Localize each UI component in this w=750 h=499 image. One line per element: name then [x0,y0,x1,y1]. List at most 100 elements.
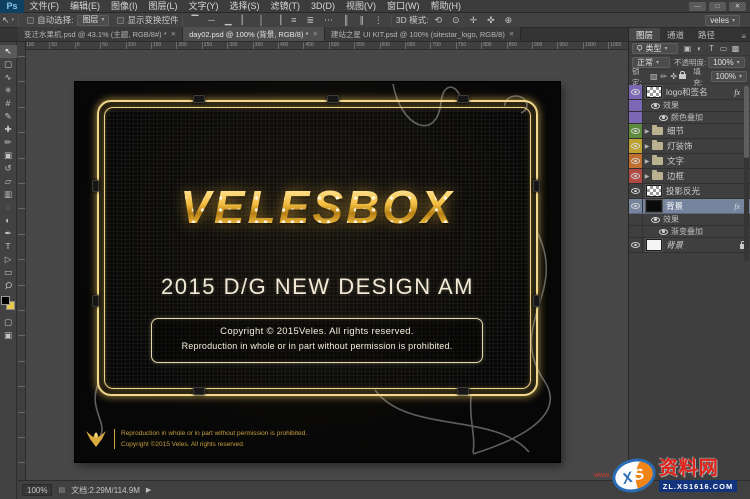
auto-select-checkbox[interactable] [27,17,34,24]
menu-item-滤镜[interactable]: 滤镜(T) [265,0,306,12]
align-bottom-edges-icon[interactable]: ▁ [223,15,234,26]
opacity-dropdown[interactable]: 100%▾ [708,57,744,68]
color-swatches[interactable] [1,296,15,310]
lock-image-pixels-icon[interactable]: ✏ [659,72,668,81]
visibility-toggle[interactable] [629,124,643,138]
move-tool[interactable]: ↖ [0,45,17,58]
minimize-button[interactable]: — [689,2,706,11]
expand-arrow-icon[interactable]: ▶ [643,158,651,165]
workspace-dropdown[interactable]: veles▾ [705,15,740,26]
menu-item-窗口[interactable]: 窗口(W) [382,0,426,12]
eye-icon[interactable] [631,89,640,95]
eye-icon[interactable] [631,188,640,194]
layer-row-logo和签名[interactable]: logo和签名fx▴ [629,85,750,100]
document-tab-2[interactable]: day02.psd @ 100% (背景, RGB/8) *✕ [183,27,325,41]
align-top-edges-icon[interactable]: ▔ [189,15,200,26]
lock-transparent-pixels-icon[interactable]: ▨ [649,72,658,81]
visibility-toggle[interactable] [629,184,643,198]
menu-item-视图[interactable]: 视图(V) [341,0,382,12]
canvas-area[interactable]: VELESBOX 2015 D/G NEW DESIGN AM Copyrigh… [26,50,628,480]
3d-slide-icon[interactable]: ✜ [485,15,497,26]
distribute-right-icon[interactable]: ⋮ [372,15,385,26]
visibility-toggle[interactable] [629,85,643,99]
document-canvas[interactable]: VELESBOX 2015 D/G NEW DESIGN AM Copyrigh… [75,82,560,462]
3d-rotate-icon[interactable]: ⟲ [432,15,444,26]
tab-close-icon[interactable]: ✕ [312,30,317,38]
eye-icon[interactable] [659,115,668,121]
visibility-toggle[interactable] [629,139,643,153]
effects-row[interactable]: 效果 [629,214,750,226]
eraser-tool[interactable]: ▱ [0,175,17,188]
eye-icon[interactable] [631,173,640,179]
visibility-toggle[interactable] [629,169,643,183]
eye-icon[interactable] [651,217,660,223]
auto-select-dropdown[interactable]: 图层▾ [77,15,109,26]
eye-icon[interactable] [631,242,640,248]
eye-icon[interactable] [631,143,640,149]
3d-drag-icon[interactable]: ✛ [468,15,480,26]
align-right-edges-icon[interactable]: ▕ [272,15,283,26]
filter-pixel-layers-icon[interactable]: ▣ [682,44,693,53]
layer-group-row-细节[interactable]: ▶细节 [629,124,750,139]
layer-row-投影反光[interactable]: 投影反光 [629,184,750,199]
expand-arrow-icon[interactable]: ▶ [643,173,651,180]
filter-adjustment-layers-icon[interactable]: ◐ [694,44,705,53]
visibility-toggle[interactable] [629,154,643,168]
panel-tab-图层[interactable]: 图层 [629,28,660,41]
blur-tool[interactable]: ◌ [0,201,17,214]
brush-tool[interactable]: ✏ [0,136,17,149]
eye-icon[interactable] [631,158,640,164]
tool-preset-arrow-icon[interactable]: ▾ [12,17,15,23]
menu-item-编辑[interactable]: 编辑(E) [65,0,106,12]
align-horizontal-centers-icon[interactable]: │ [257,15,267,26]
tab-close-icon[interactable]: ✕ [509,30,514,38]
pen-tool[interactable]: ✒ [0,227,17,240]
panel-scrollbar[interactable] [744,86,749,261]
document-tab-1[interactable]: 变迁水果机.psd @ 43.1% (主题, RGB/8#) *✕ [18,27,183,41]
fx-badge[interactable]: fx [734,202,742,211]
panel-tab-路径[interactable]: 路径 [691,28,722,41]
vertical-ruler[interactable] [18,50,26,480]
maximize-button[interactable]: □ [709,2,726,11]
crop-tool[interactable]: # [0,97,17,110]
3d-roll-icon[interactable]: ⊙ [450,15,462,26]
healing-brush-tool[interactable]: ✚ [0,123,17,136]
fx-badge[interactable]: fx [734,88,742,97]
expand-arrow-icon[interactable]: ▶ [643,128,651,135]
distribute-horizontal-icon[interactable]: ∥ [357,15,366,26]
panel-menu-icon[interactable]: ≡ [741,32,750,41]
lock-all-icon[interactable] [679,74,686,79]
close-button[interactable]: ✕ [729,2,746,11]
layer-row-背景[interactable]: 背景fx▴ [629,199,750,214]
show-transform-checkbox[interactable] [117,17,124,24]
3d-scale-icon[interactable]: ⊕ [503,15,515,26]
layer-group-row-灯装饰[interactable]: ▶灯装饰 [629,139,750,154]
foreground-color-swatch[interactable] [1,296,10,305]
lock-position-icon[interactable]: ✜ [669,72,678,81]
eye-icon[interactable] [631,128,640,134]
distribute-top-icon[interactable]: ≡ [289,15,298,26]
align-left-edges-icon[interactable]: ▏ [240,15,251,26]
panel-tab-通道[interactable]: 通道 [660,28,691,41]
zoom-level-field[interactable]: 100% [22,484,52,496]
marquee-tool[interactable]: ▢ [0,58,17,71]
tab-close-icon[interactable]: ✕ [171,30,176,38]
eye-icon[interactable] [651,103,660,109]
fill-dropdown[interactable]: 100%▾ [711,71,747,82]
distribute-left-icon[interactable]: ║ [341,15,351,26]
quick-mask-button[interactable]: ▢ [0,316,17,329]
visibility-toggle[interactable] [629,199,643,213]
eyedropper-tool[interactable]: ✎ [0,110,17,123]
history-brush-tool[interactable]: ↺ [0,162,17,175]
expand-arrow-icon[interactable]: ▶ [643,143,651,150]
path-selection-tool[interactable]: ▷ [0,253,17,266]
align-vertical-centers-icon[interactable]: ─ [206,15,216,26]
menu-item-帮助[interactable]: 帮助(H) [425,0,467,12]
menu-item-3D[interactable]: 3D(D) [306,0,341,12]
eye-icon[interactable] [659,229,668,235]
menu-item-文件[interactable]: 文件(F) [24,0,65,12]
screen-mode-button[interactable]: ▣ [0,329,17,342]
layer-group-row-边框[interactable]: ▶边框 [629,169,750,184]
status-options-arrow-icon[interactable]: ▶ [146,486,151,494]
filter-smart-objects-icon[interactable]: ▩ [730,44,741,53]
